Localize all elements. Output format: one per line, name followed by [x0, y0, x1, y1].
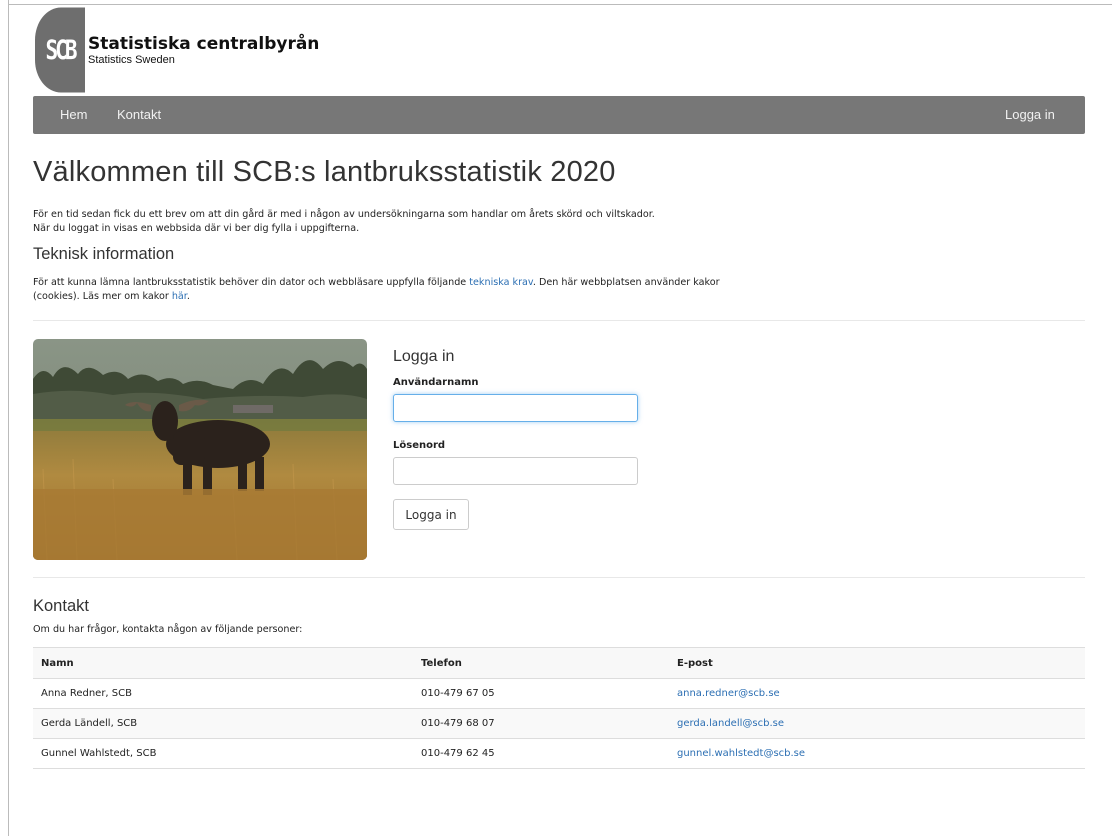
login-button[interactable]: Logga in: [393, 499, 469, 530]
username-input[interactable]: [393, 394, 638, 422]
moose-photo: [33, 339, 367, 560]
logo-subtitle: Statistics Sweden: [88, 54, 175, 66]
contact-table: Namn Telefon E-post Anna Redner, SCB 010…: [33, 647, 1085, 769]
contact-email-link[interactable]: gunnel.wahlstedt@scb.se: [677, 748, 805, 759]
table-row: Gerda Ländell, SCB 010-479 68 07 gerda.l…: [33, 708, 1085, 739]
nav-item-kontakt[interactable]: Kontakt: [117, 96, 161, 134]
col-header-email: E-post: [669, 647, 1085, 679]
contact-heading: Kontakt: [33, 597, 89, 615]
nav-item-hem[interactable]: Hem: [60, 96, 87, 134]
cookie-link[interactable]: här: [172, 291, 187, 302]
intro-line-1: För en tid sedan fick du ett brev om att…: [33, 209, 655, 220]
contact-email-link[interactable]: anna.redner@scb.se: [677, 688, 780, 699]
contact-email-link[interactable]: gerda.landell@scb.se: [677, 718, 784, 729]
table-row: Gunnel Wahlstedt, SCB 010-479 62 45 gunn…: [33, 738, 1085, 769]
intro-text: För en tid sedan fick du ett brev om att…: [33, 208, 793, 236]
contact-intro: Om du har frågor, kontakta någon av följ…: [33, 624, 303, 635]
logo-title: Statistiska centralbyrån: [88, 34, 320, 54]
contact-phone: 010-479 67 05: [413, 678, 669, 709]
divider: [33, 577, 1085, 578]
contact-name: Anna Redner, SCB: [33, 678, 413, 709]
window-left-border: [8, 0, 9, 836]
col-header-name: Namn: [33, 647, 413, 679]
navbar: Hem Kontakt Logga in: [33, 96, 1085, 134]
password-label: Lösenord: [393, 440, 446, 451]
contact-name: Gunnel Wahlstedt, SCB: [33, 738, 413, 769]
contact-phone: 010-479 68 07: [413, 708, 669, 739]
page-title: Välkommen till SCB:s lantbruksstatistik …: [33, 156, 616, 188]
tech-requirements-link[interactable]: tekniska krav: [469, 277, 533, 288]
table-header-row: Namn Telefon E-post: [33, 647, 1085, 679]
username-label: Användarnamn: [393, 377, 479, 388]
tech-heading: Teknisk information: [33, 245, 175, 263]
contact-phone: 010-479 62 45: [413, 738, 669, 769]
tech-text-before: För att kunna lämna lantbruksstatistik b…: [33, 277, 470, 288]
window-top-border: [8, 4, 1112, 5]
password-input[interactable]: [393, 457, 638, 485]
table-row: Anna Redner, SCB 010-479 67 05 anna.redn…: [33, 678, 1085, 709]
divider: [33, 320, 1085, 321]
scb-logo[interactable]: SCB Statistiska centralbyrån Statistics …: [33, 7, 353, 93]
nav-login-link[interactable]: Logga in: [1005, 96, 1085, 134]
scb-logo-mark: SCB: [35, 7, 85, 93]
contact-name: Gerda Ländell, SCB: [33, 708, 413, 739]
tech-text-end: .: [186, 291, 190, 302]
tech-text: För att kunna lämna lantbruksstatistik b…: [33, 276, 753, 304]
col-header-phone: Telefon: [413, 647, 669, 679]
intro-line-2: När du loggat in visas en webbsida där v…: [33, 223, 360, 234]
login-heading: Logga in: [393, 348, 455, 365]
